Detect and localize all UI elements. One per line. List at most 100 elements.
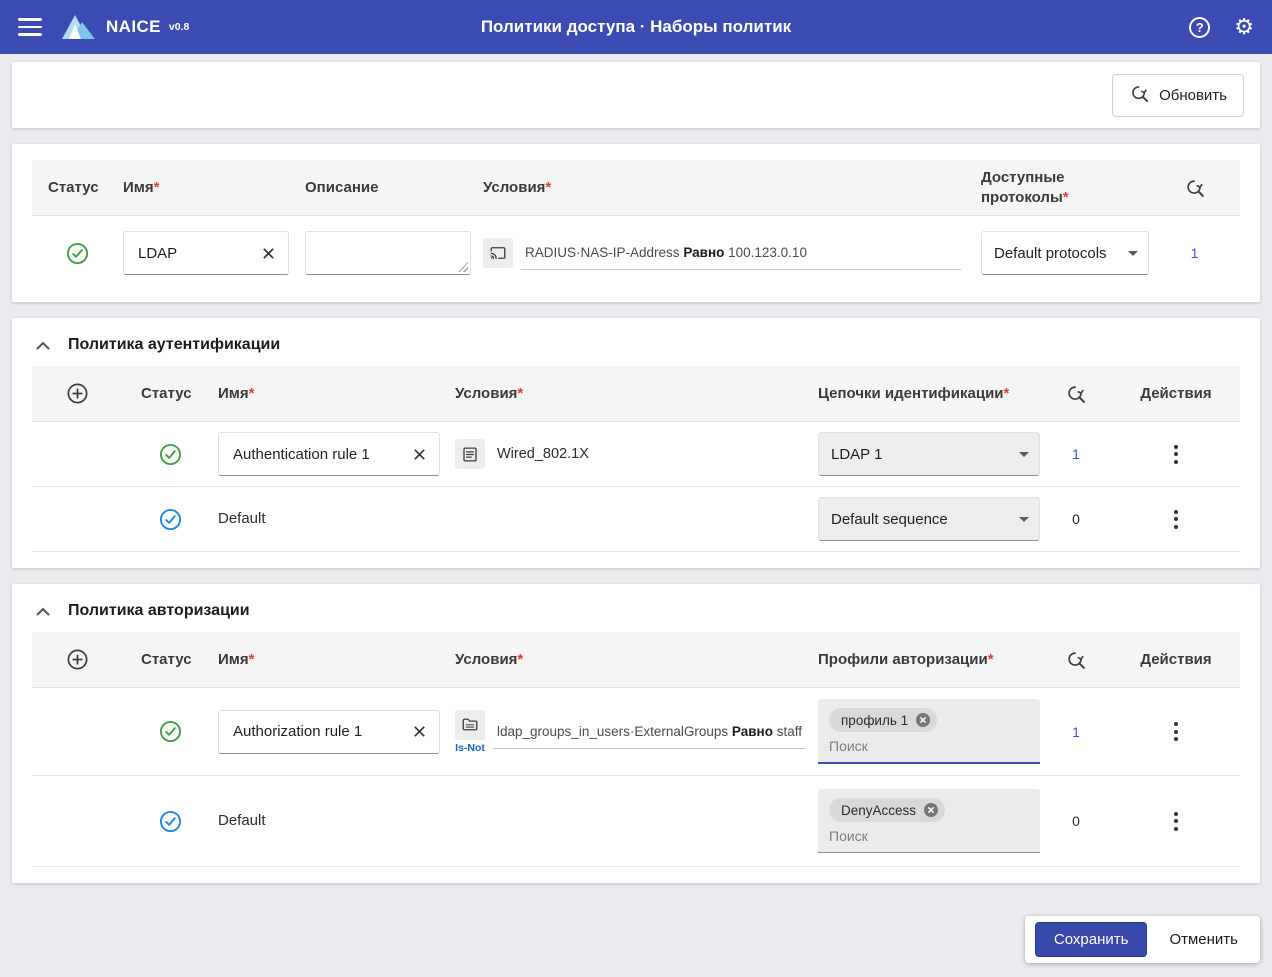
hit-counter-icon[interactable] [1065,383,1087,405]
policy-set-row: RADIUS·NAS-IP-Address Равно 100.123.0.10… [32,216,1240,290]
refresh-counters-button[interactable]: Обновить [1112,74,1244,117]
hamburger-menu-icon[interactable] [18,18,42,36]
authorization-section-title: Политика авторизации [68,602,250,620]
page-title: Политики доступа · Наборы политик [0,17,1272,37]
column-actions: Действия [1112,384,1240,404]
resize-grip-icon[interactable] [458,262,468,272]
authorization-rule-name-field[interactable] [218,710,440,754]
profile-chip: профиль 1 [829,708,937,732]
cast-condition-icon[interactable] [483,238,513,268]
condition-value: staff [777,724,802,739]
row-actions-menu-icon[interactable] [1168,439,1184,470]
status-ok-icon[interactable] [159,720,182,743]
authentication-condition-field[interactable]: Wired_802.1X [493,437,806,471]
authentication-rule-name-field[interactable] [218,432,440,476]
clear-name-icon[interactable] [408,443,431,466]
hit-counter-icon[interactable] [1184,177,1206,199]
brand-name: NAICE [106,17,161,37]
authorization-rule-row: Is-Not ldap_groups_in_users·ExternalGrou… [32,688,1240,776]
condition-attribute: RADIUS·NAS-IP-Address [525,245,680,260]
column-authorization-profiles: Профили авторизации* [818,650,1040,670]
condition-folder-icon[interactable] [455,710,485,740]
identity-chain-select[interactable]: Default sequence [818,497,1040,541]
column-hit-counter [1149,177,1240,199]
authentication-default-row: Default Default sequence 0 [32,487,1240,552]
protocols-select[interactable]: Default protocols [981,231,1149,275]
collapse-chevron-up-icon[interactable] [34,605,52,618]
rule-hit-count: 0 [1072,813,1080,829]
policy-set-hit-count[interactable]: 1 [1191,245,1199,261]
protocols-select-value: Default protocols [994,245,1107,262]
authorization-profiles-field[interactable]: профиль 1 Поиск [818,699,1040,764]
clear-name-icon[interactable] [257,242,280,265]
condition-operator: Равно [732,724,773,739]
chip-remove-icon[interactable] [923,802,939,818]
column-status: Статус [122,384,218,404]
policy-set-card: Статус Имя* Описание Условия* Доступные … [12,144,1260,302]
row-actions-menu-icon[interactable] [1168,716,1184,747]
status-ok-icon[interactable] [159,443,182,466]
row-actions-menu-icon[interactable] [1168,504,1184,535]
add-rule-icon[interactable] [66,382,89,405]
identity-chain-select[interactable]: LDAP 1 [818,432,1040,476]
collapse-chevron-up-icon[interactable] [34,339,52,352]
column-name: Имя* [218,384,440,404]
column-description: Описание [305,178,483,198]
column-name: Имя* [218,650,440,670]
policy-set-header-row: Статус Имя* Описание Условия* Доступные … [32,160,1240,216]
gear-icon[interactable]: ⚙ [1234,16,1254,38]
app-version: v0.8 [169,21,189,34]
rule-hit-count[interactable]: 1 [1072,724,1080,740]
identity-chain-value: LDAP 1 [831,446,882,463]
hit-counter-icon[interactable] [1065,649,1087,671]
authentication-rule-row: Wired_802.1X LDAP 1 1 [32,422,1240,487]
column-name: Имя* [123,178,305,198]
column-conditions: Условия* [483,178,971,198]
authorization-profiles-field[interactable]: DenyAccess Поиск [818,789,1040,853]
column-protocols: Доступные протоколы* [971,168,1149,207]
refresh-button-label: Обновить [1159,87,1227,104]
rule-hit-count[interactable]: 1 [1072,446,1080,462]
column-conditions: Условия* [440,650,818,670]
policy-set-name-input[interactable] [136,244,257,263]
identity-chain-value: Default sequence [831,511,948,528]
save-button[interactable]: Сохранить [1035,922,1148,957]
footer-action-bar: Сохранить Отменить [1025,916,1260,963]
rule-hit-count: 0 [1072,511,1080,527]
help-icon[interactable]: ? [1189,17,1210,38]
condition-value: 100.123.0.10 [728,245,807,260]
authorization-condition-field[interactable]: ldap_groups_in_users·ExternalGroups Равн… [493,715,806,749]
authentication-policy-card: Политика аутентификации Статус Имя* Усло… [12,318,1260,568]
policy-set-condition-field[interactable]: RADIUS·NAS-IP-Address Равно 100.123.0.10 [521,236,961,270]
policy-set-name-field[interactable] [123,231,289,275]
authentication-rule-name-input[interactable] [231,445,408,464]
row-actions-menu-icon[interactable] [1168,806,1184,837]
condition-negation-label: Is-Not [455,742,485,754]
refresh-counters-icon [1129,83,1150,108]
condition-list-icon[interactable] [455,439,485,469]
chevron-down-icon [1019,452,1029,457]
app-bar: NAICE v0.8 Политики доступа · Наборы пол… [0,0,1272,54]
clear-name-icon[interactable] [408,720,431,743]
cancel-button[interactable]: Отменить [1157,923,1250,956]
column-actions: Действия [1112,650,1240,670]
status-default-icon[interactable] [159,508,182,531]
profile-chip: DenyAccess [829,798,945,822]
status-ok-icon[interactable] [66,242,89,265]
condition-name: Wired_802.1X [497,446,589,462]
column-conditions: Условия* [440,384,818,404]
column-hit-counter [1040,383,1112,405]
chevron-down-icon [1019,517,1029,522]
chip-remove-icon[interactable] [915,712,931,728]
profiles-search-input[interactable]: Поиск [829,828,1029,844]
column-status: Статус [122,650,218,670]
profiles-search-input[interactable]: Поиск [829,738,1029,754]
default-rule-name: Default [218,510,266,527]
column-status: Статус [32,178,123,198]
policy-set-description-input[interactable] [305,231,471,275]
status-default-icon[interactable] [159,810,182,833]
chevron-down-icon [1128,251,1138,256]
add-rule-icon[interactable] [66,648,89,671]
authentication-header-row: Статус Имя* Условия* Цепочки идентификац… [32,366,1240,422]
authorization-rule-name-input[interactable] [231,722,408,741]
